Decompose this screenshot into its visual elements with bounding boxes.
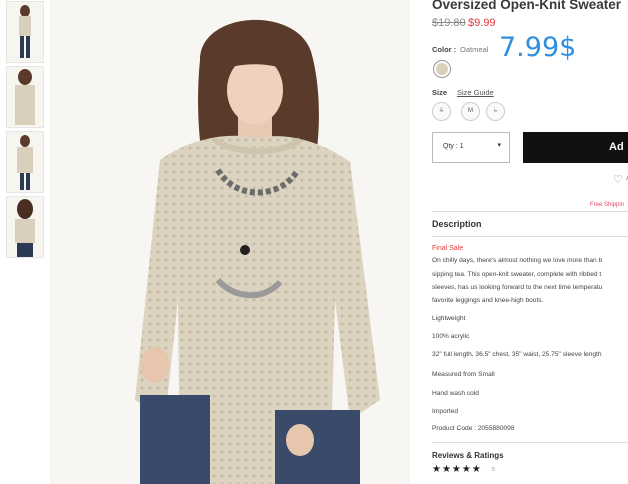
thumbnail-1[interactable] [6, 1, 44, 63]
size-option-m[interactable]: M [461, 102, 480, 121]
thumbnail-4[interactable] [6, 196, 44, 258]
detail-item: Measured from Small [432, 371, 495, 378]
price-annotation: 7.99$ [499, 32, 577, 63]
original-price: $19.80 [432, 17, 466, 29]
quantity-value: Qty : 1 [443, 143, 464, 150]
color-label: Color : [432, 45, 457, 54]
product-title: Oversized Open-Knit Sweater [432, 0, 622, 12]
detail-item: Imported [432, 408, 459, 415]
thumbnail-3[interactable] [6, 131, 44, 193]
detail-item: 32" full length, 36.5" chest, 35" waist,… [432, 351, 602, 358]
product-code: Product Code : 2055880098 [432, 425, 515, 432]
add-to-bag-label: Ad [609, 141, 624, 153]
free-shipping-text[interactable]: Free Shippin [590, 202, 624, 208]
product-details: Oversized Open-Knit Sweater $19.80 $9.99… [424, 0, 628, 484]
size-option-l[interactable]: L [486, 102, 505, 121]
color-value: Oatmeal [460, 45, 489, 54]
sale-price: $9.99 [468, 17, 496, 29]
review-count[interactable]: 5 [492, 467, 495, 473]
star-rating-icon[interactable]: ★★★★★ [432, 464, 482, 475]
heart-icon[interactable]: ♡ [613, 173, 623, 186]
detail-item: 100% acrylic [432, 333, 470, 340]
detail-item: Lightweight [432, 315, 466, 322]
description-line: favorite leggings and knee-high boots. [432, 297, 544, 304]
thumbnail-2[interactable] [6, 66, 44, 128]
reviews-heading[interactable]: Reviews & Ratings [432, 451, 504, 460]
description-line: On chilly days, there's almost nothing w… [432, 257, 603, 264]
detail-item: Hand wash cold [432, 390, 479, 397]
description-heading: Description [432, 219, 482, 229]
size-guide-link[interactable]: Size Guide [457, 88, 494, 97]
size-option-s[interactable]: S [432, 102, 451, 121]
description-line: sleeves, has us looking forward to the n… [432, 284, 603, 291]
size-label: Size [432, 88, 448, 97]
divider [432, 211, 628, 212]
divider [432, 442, 628, 443]
final-sale-label: Final Sale [432, 245, 464, 252]
description-line: sipping tea. This open-knit sweater, com… [432, 271, 602, 278]
product-main-image [50, 0, 410, 484]
add-to-bag-button[interactable]: Ad [523, 132, 628, 163]
color-swatch-oatmeal[interactable] [433, 60, 451, 78]
divider [432, 236, 628, 237]
quantity-select[interactable]: Qty : 1 ▾ [432, 132, 510, 163]
chevron-down-icon: ▾ [497, 142, 501, 149]
